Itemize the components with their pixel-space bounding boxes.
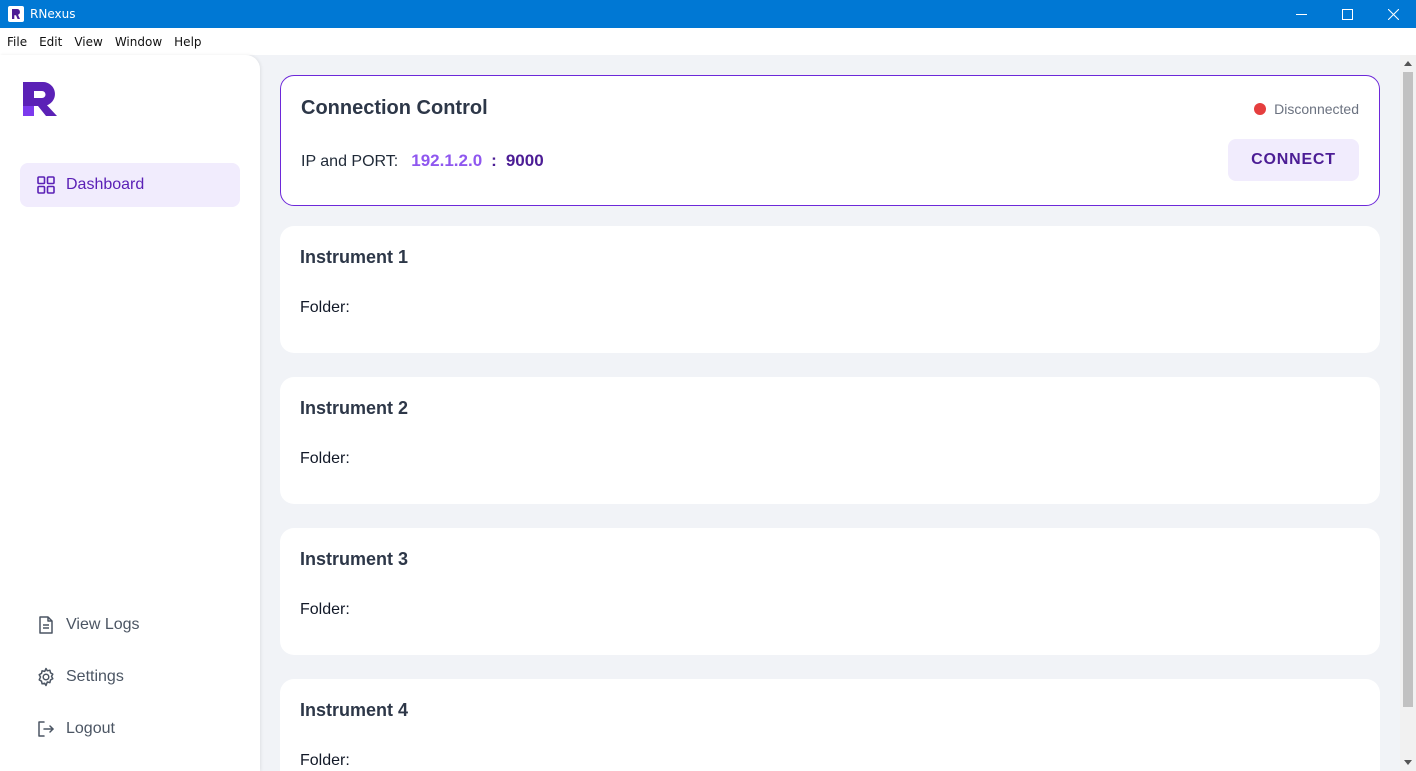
sidebar-item-label: Logout [66, 720, 115, 737]
window-titlebar: RNexus [0, 0, 1416, 28]
port-value[interactable]: 9000 [506, 151, 544, 171]
menu-help[interactable]: Help [168, 28, 207, 55]
connection-title: Connection Control [301, 97, 488, 119]
ip-port-separator: : [491, 151, 497, 170]
sidebar: Dashboard View Logs Settings Logout [0, 55, 260, 771]
document-icon [36, 615, 56, 635]
instrument-title: Instrument 1 [300, 247, 409, 267]
window-title: RNexus [30, 7, 76, 21]
sidebar-item-logout[interactable]: Logout [20, 707, 240, 751]
menu-window[interactable]: Window [109, 28, 168, 55]
gear-icon [36, 667, 56, 687]
instrument-card: Instrument 4 Folder: [280, 679, 1380, 771]
sidebar-item-label: View Logs [66, 616, 140, 633]
menu-view[interactable]: View [68, 28, 108, 55]
instrument-card: Instrument 3 Folder: [280, 528, 1380, 655]
sidebar-item-label: Settings [66, 668, 124, 685]
ip-address-value[interactable]: 192.1.2.0 [411, 151, 482, 171]
instrument-title: Instrument 3 [300, 549, 409, 569]
sidebar-item-label: Dashboard [66, 176, 145, 193]
instrument-card: Instrument 2 Folder: [280, 377, 1380, 504]
status-text: Disconnected [1274, 101, 1359, 117]
logout-icon [36, 719, 56, 739]
minimize-icon[interactable] [1278, 0, 1324, 28]
scroll-up-icon[interactable] [1404, 61, 1412, 66]
sidebar-item-settings[interactable]: Settings [20, 655, 240, 699]
window-controls [1278, 0, 1416, 28]
sidebar-item-dashboard[interactable]: Dashboard [20, 163, 240, 207]
app-logo-icon [8, 6, 24, 22]
menu-bar: File Edit View Window Help [0, 28, 1416, 55]
connection-status: Disconnected [1254, 101, 1359, 117]
instrument-title: Instrument 4 [300, 700, 409, 720]
main-content: Connection Control Disconnected IP and P… [260, 55, 1400, 771]
connection-control-card: Connection Control Disconnected IP and P… [280, 75, 1380, 206]
ip-port-row: IP and PORT: 192.1.2.0 : 9000 [301, 151, 544, 171]
instrument-title: Instrument 2 [300, 398, 409, 418]
instrument-folder-label: Folder: [300, 450, 350, 467]
instrument-folder-label: Folder: [300, 601, 350, 618]
connect-button[interactable]: CONNECT [1228, 139, 1359, 181]
maximize-icon[interactable] [1324, 0, 1370, 28]
grid-icon [36, 175, 56, 195]
scrollbar-thumb[interactable] [1403, 72, 1413, 707]
rnexus-logo [23, 82, 57, 116]
scroll-down-icon[interactable] [1404, 760, 1412, 765]
vertical-scrollbar[interactable] [1400, 55, 1416, 771]
instrument-folder-label: Folder: [300, 752, 350, 769]
instrument-card: Instrument 1 Folder: [280, 226, 1380, 353]
ip-port-label: IP and PORT: [301, 153, 399, 170]
menu-file[interactable]: File [0, 28, 33, 55]
menu-edit[interactable]: Edit [33, 28, 68, 55]
instrument-folder-label: Folder: [300, 299, 350, 316]
close-icon[interactable] [1370, 0, 1416, 28]
sidebar-item-view-logs[interactable]: View Logs [20, 603, 240, 647]
status-dot-icon [1254, 103, 1267, 115]
